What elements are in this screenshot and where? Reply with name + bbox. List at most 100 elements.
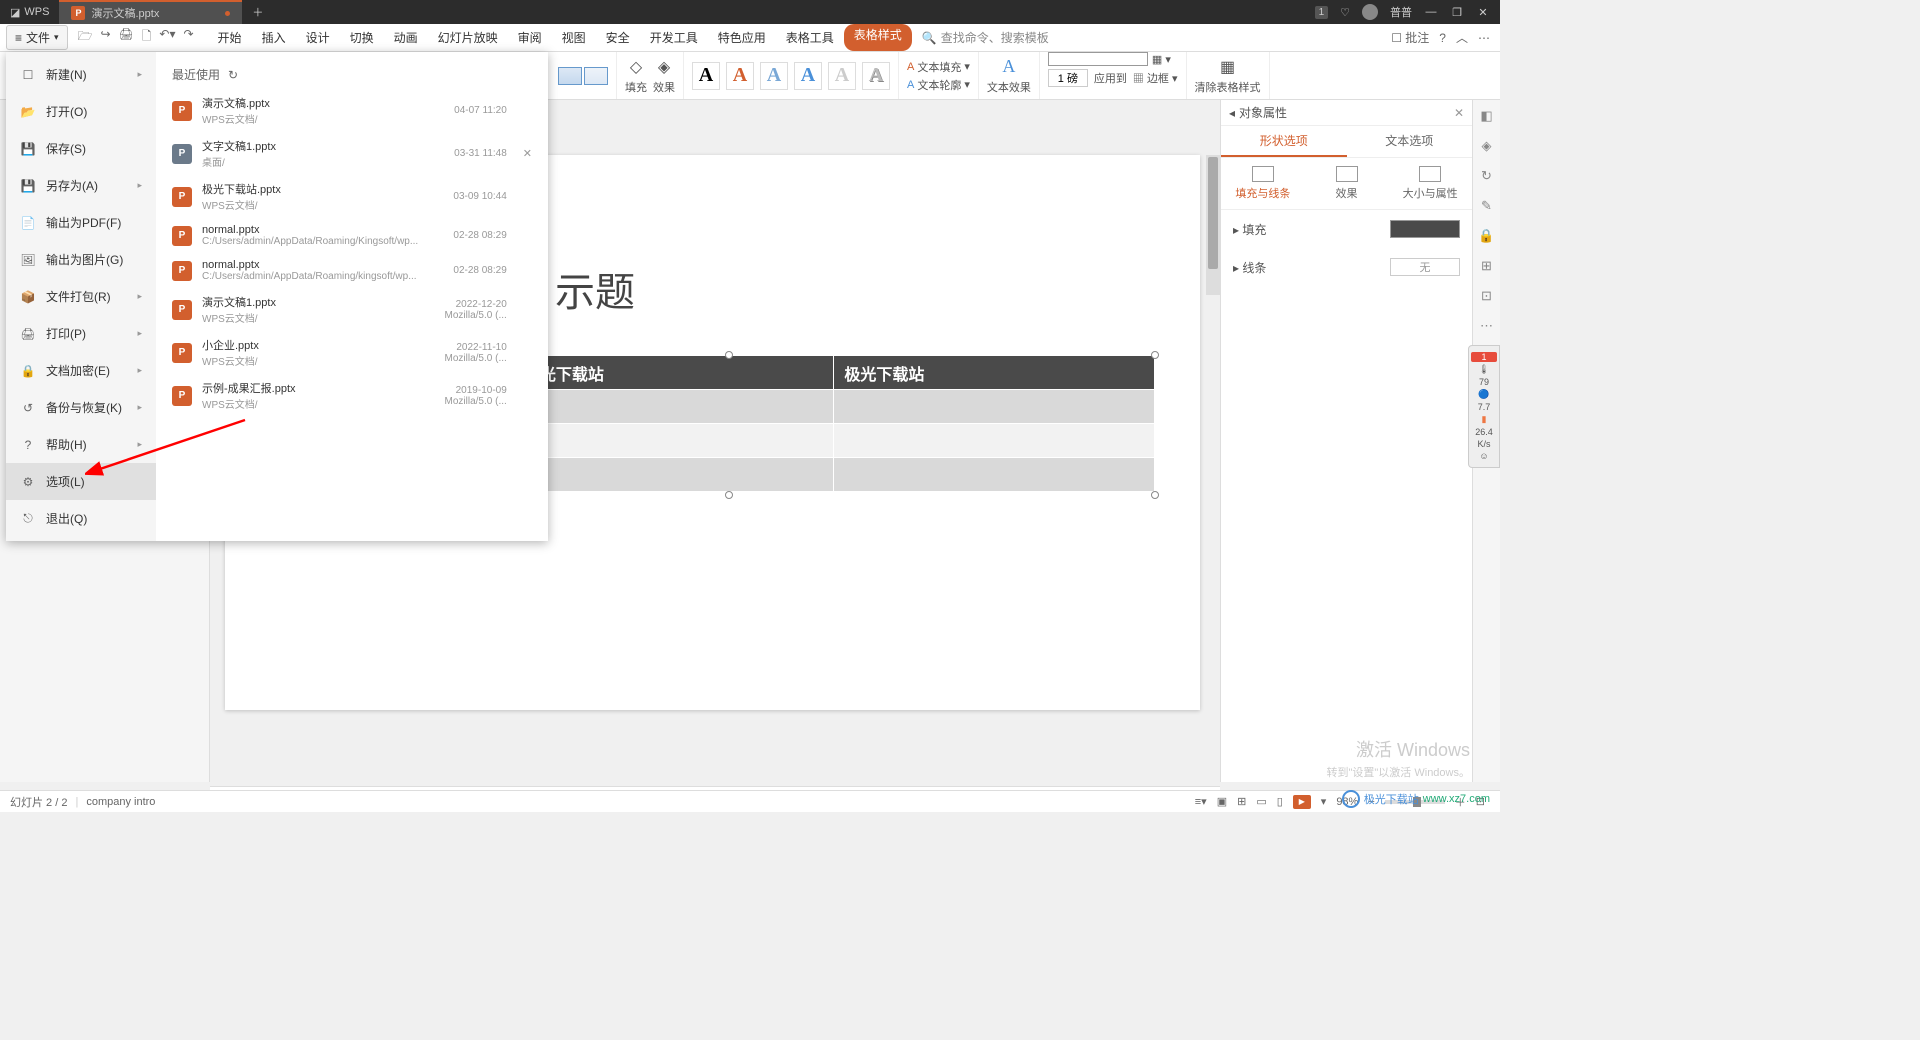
performance-gauge[interactable]: 1 🌡 79 🔵 7.7 ▮ 26.4 K/s ☺ xyxy=(1468,345,1500,468)
table-style-gallery[interactable] xyxy=(558,67,608,85)
menu-animation[interactable]: 动画 xyxy=(384,24,428,51)
qat-save-icon[interactable]: ↪ xyxy=(100,27,110,48)
fill-section[interactable]: ▸ 填充 xyxy=(1221,210,1472,248)
pen-style-preview[interactable] xyxy=(1048,52,1148,66)
side-icon[interactable]: ⊡ xyxy=(1481,288,1492,304)
menu-review[interactable]: 审阅 xyxy=(508,24,552,51)
normal-view-icon[interactable]: ▣ xyxy=(1217,795,1227,808)
document-tab[interactable]: P 演示文稿.pptx xyxy=(59,0,242,24)
wordart-style-1[interactable]: A xyxy=(692,62,720,90)
subtab-effect[interactable]: 效果 xyxy=(1305,166,1389,201)
panel-toggle-icon[interactable]: ◂ xyxy=(1229,106,1235,120)
side-icon[interactable]: ◈ xyxy=(1482,138,1492,154)
file-menu-item[interactable]: ↺备份与恢复(K)▸ xyxy=(6,389,156,426)
recent-file-item[interactable]: P 极光下载站.pptxWPS云文档/ 03-09 10:44 ✕ xyxy=(156,175,548,218)
menu-view[interactable]: 视图 xyxy=(552,24,596,51)
app-logo[interactable]: ◪WPS xyxy=(0,6,59,19)
file-menu-item[interactable]: ☐新建(N)▸ xyxy=(6,56,156,93)
fill-color-swatch[interactable] xyxy=(1390,220,1460,238)
close-button[interactable]: ✕ xyxy=(1476,6,1490,19)
notes-view-icon[interactable]: ≡▾ xyxy=(1195,795,1207,808)
border-button[interactable]: ▦ 边框 ▾ xyxy=(1133,70,1178,86)
fill-button[interactable]: ◇填充 xyxy=(625,57,647,95)
play-button[interactable]: ▶ xyxy=(1293,795,1311,809)
more-icon[interactable]: ⋯ xyxy=(1478,31,1490,45)
side-icon[interactable]: ◧ xyxy=(1480,108,1492,124)
menu-security[interactable]: 安全 xyxy=(596,24,640,51)
side-icon[interactable]: ↻ xyxy=(1481,168,1492,184)
file-menu-item[interactable]: ?帮助(H)▸ xyxy=(6,426,156,463)
file-menu-item[interactable]: 💾另存为(A)▸ xyxy=(6,167,156,204)
side-icon[interactable]: ✎ xyxy=(1481,198,1492,214)
apply-to-button[interactable]: 应用到 xyxy=(1094,70,1127,86)
recent-file-item[interactable]: P normal.pptxC:/Users/admin/AppData/Roam… xyxy=(156,253,548,288)
selection-handle[interactable] xyxy=(1151,351,1159,359)
vertical-scrollbar[interactable] xyxy=(1206,155,1220,295)
remove-recent-icon[interactable]: ✕ xyxy=(523,147,532,160)
file-menu-button[interactable]: ≡ 文件 ▾ xyxy=(6,25,68,50)
wordart-style-5[interactable]: A xyxy=(828,62,856,90)
menu-design[interactable]: 设计 xyxy=(296,24,340,51)
side-icon[interactable]: ⋯ xyxy=(1480,318,1493,334)
refresh-icon[interactable]: ↻ xyxy=(228,68,238,82)
qat-print-icon[interactable]: 🖨 xyxy=(119,27,134,48)
play-dropdown[interactable]: ▾ xyxy=(1321,795,1327,808)
qat-preview-icon[interactable]: 🗋 xyxy=(142,27,152,48)
minimize-button[interactable]: — xyxy=(1424,6,1438,18)
text-fill-button[interactable]: A文本填充 ▾ xyxy=(907,59,970,75)
wordart-style-3[interactable]: A xyxy=(760,62,788,90)
menu-devtools[interactable]: 开发工具 xyxy=(640,24,708,51)
selection-handle[interactable] xyxy=(725,351,733,359)
text-outline-button[interactable]: A文本轮廓 ▾ xyxy=(907,77,970,93)
menu-tablestyle[interactable]: 表格样式 xyxy=(844,24,912,51)
subtab-fill-line[interactable]: 填充与线条 xyxy=(1221,166,1305,201)
file-menu-item[interactable]: 📄输出为PDF(F) xyxy=(6,204,156,241)
wordart-style-6[interactable]: A xyxy=(862,62,890,90)
restore-button[interactable]: ❐ xyxy=(1450,6,1464,19)
qat-undo-icon[interactable]: ↶▾ xyxy=(159,27,175,48)
file-menu-item[interactable]: 💾保存(S) xyxy=(6,130,156,167)
menu-tabletools[interactable]: 表格工具 xyxy=(776,24,844,51)
collapse-ribbon-icon[interactable]: ︿ xyxy=(1456,29,1468,46)
user-avatar[interactable] xyxy=(1362,4,1378,20)
menu-start[interactable]: 开始 xyxy=(208,24,252,51)
selection-handle[interactable] xyxy=(725,491,733,499)
qat-redo-icon[interactable]: ↷ xyxy=(183,27,193,48)
file-menu-item[interactable]: 🖼输出为图片(G) xyxy=(6,241,156,278)
recent-file-item[interactable]: P normal.pptxC:/Users/admin/AppData/Roam… xyxy=(156,218,548,253)
command-search[interactable]: 🔍 查找命令、搜索模板 xyxy=(922,29,1049,46)
tab-shape-options[interactable]: 形状选项 xyxy=(1221,126,1347,157)
help-icon[interactable]: ? xyxy=(1439,31,1446,45)
tab-text-options[interactable]: 文本选项 xyxy=(1347,126,1473,157)
subtab-size[interactable]: 大小与属性 xyxy=(1388,166,1472,201)
menu-transition[interactable]: 切换 xyxy=(340,24,384,51)
recent-file-item[interactable]: P 小企业.pptxWPS云文档/ 2022-11-10Mozilla/5.0 … xyxy=(156,331,548,374)
slideshow-view-icon[interactable]: ▯ xyxy=(1277,795,1283,808)
recent-file-item[interactable]: P 示例-成果汇报.pptxWPS云文档/ 2019-10-09Mozilla/… xyxy=(156,374,548,417)
side-icon[interactable]: ⊞ xyxy=(1481,258,1492,274)
qat-open-icon[interactable]: 🗁 xyxy=(78,27,93,48)
file-menu-item[interactable]: ⚙选项(L) xyxy=(6,463,156,500)
file-menu-item[interactable]: 🖨打印(P)▸ xyxy=(6,315,156,352)
file-menu-item[interactable]: 📦文件打包(R)▸ xyxy=(6,278,156,315)
file-menu-item[interactable]: 📂打开(O) xyxy=(6,93,156,130)
effect-button[interactable]: ◈效果 xyxy=(653,57,675,95)
reading-view-icon[interactable]: ▭ xyxy=(1256,795,1266,808)
menu-insert[interactable]: 插入 xyxy=(252,24,296,51)
table-header-cell[interactable]: 极光下载站 xyxy=(513,356,834,390)
file-menu-item[interactable]: 🔒文档加密(E)▸ xyxy=(6,352,156,389)
side-icon[interactable]: 🔒 xyxy=(1478,228,1494,244)
panel-close-icon[interactable]: ✕ xyxy=(1454,106,1464,120)
wordart-style-4[interactable]: A xyxy=(794,62,822,90)
line-value[interactable]: 无 xyxy=(1390,258,1460,276)
annotate-button[interactable]: ☐ 批注 xyxy=(1391,29,1429,46)
new-tab-button[interactable]: ＋ xyxy=(242,4,273,20)
pen-color-button[interactable]: ▦ ▾ xyxy=(1152,53,1171,66)
line-section[interactable]: ▸ 线条 无 xyxy=(1221,248,1472,286)
menu-slideshow[interactable]: 幻灯片放映 xyxy=(428,24,508,51)
wordart-style-2[interactable]: A xyxy=(726,62,754,90)
recent-file-item[interactable]: P 演示文稿1.pptxWPS云文档/ 2022-12-20Mozilla/5.… xyxy=(156,288,548,331)
file-menu-item[interactable]: ⎋退出(Q) xyxy=(6,500,156,537)
selection-handle[interactable] xyxy=(1151,491,1159,499)
recent-file-item[interactable]: P 演示文稿.pptxWPS云文档/ 04-07 11:20 ✕ xyxy=(156,89,548,132)
